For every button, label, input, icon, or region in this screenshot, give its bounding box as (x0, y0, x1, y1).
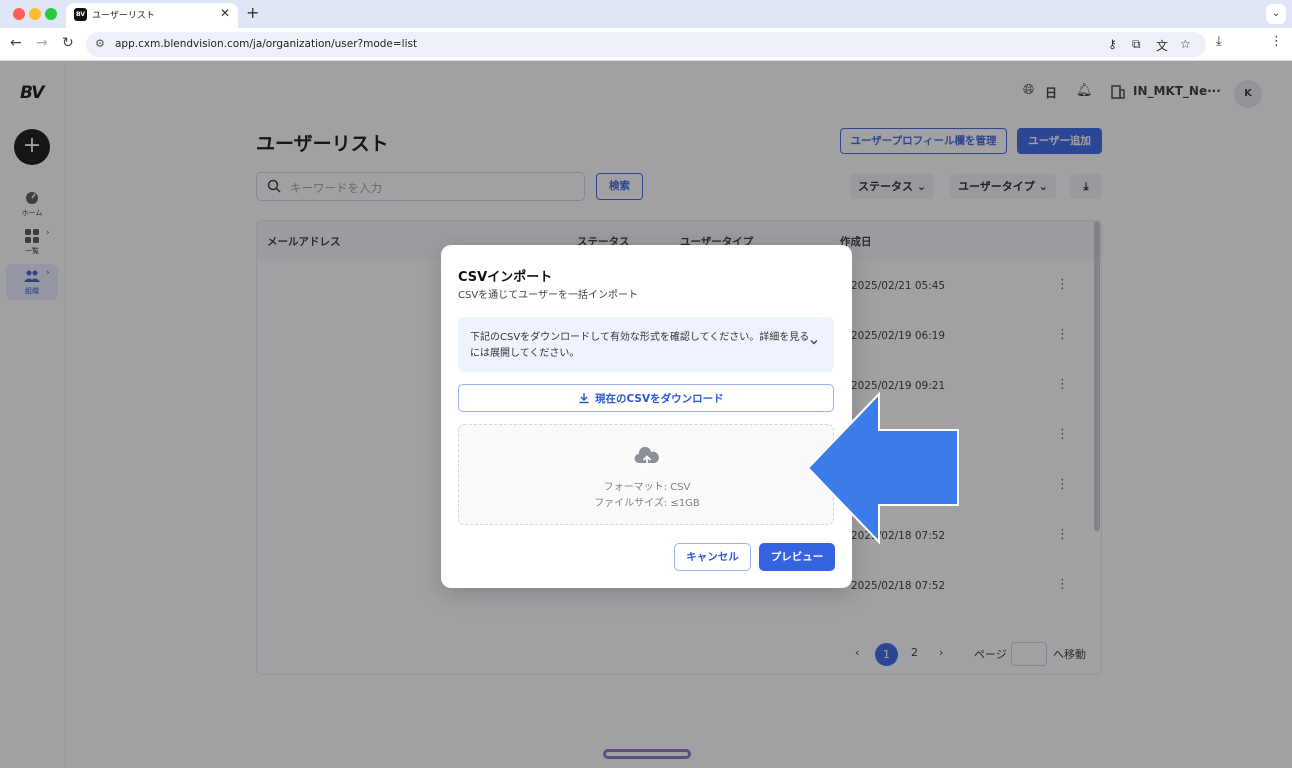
preview-button[interactable]: プレビュー (759, 543, 835, 571)
tab-search-chevron-icon[interactable]: ⌄ (1266, 4, 1286, 24)
reload-icon[interactable]: ↻ (62, 35, 74, 51)
tab-title: ユーザーリスト (92, 11, 155, 21)
info-text: 下記のCSVをダウンロードして有効な形式を確認してください。詳細を見るには展開し… (470, 332, 810, 359)
download-button-label: 現在のCSVをダウンロード (595, 393, 724, 405)
downloads-icon[interactable]: ⤓ (1216, 34, 1222, 49)
close-tab-icon[interactable]: ✕ (220, 6, 230, 20)
address-bar[interactable]: ⚙ app.cxm.blendvision.com/ja/organizatio… (86, 32, 1206, 57)
download-icon (579, 393, 589, 404)
cloud-upload-icon (634, 446, 659, 467)
browser-tab-bar: BV ユーザーリスト ✕ + ⌄ (0, 0, 1292, 28)
modal-subtitle: CSVを通じてユーザーを一括インポート (458, 290, 638, 301)
browser-toolbar: ← → ↻ ⚙ app.cxm.blendvision.com/ja/organ… (0, 28, 1292, 61)
site-settings-icon[interactable]: ⚙ (95, 37, 105, 50)
maximize-window-button[interactable] (45, 8, 57, 20)
install-app-icon[interactable]: ⧉ (1132, 37, 1141, 52)
csv-import-modal: CSVインポート CSVを通じてユーザーを一括インポート 下記のCSVをダウンロ… (441, 245, 852, 588)
minimize-window-button[interactable] (29, 8, 41, 20)
chevron-down-icon[interactable] (808, 336, 820, 348)
size-limit-text: ファイルサイズ: ≤1GB (594, 498, 700, 509)
csv-format-info-accordion[interactable]: 下記のCSVをダウンロードして有効な形式を確認してください。詳細を見るには展開し… (458, 317, 834, 372)
browser-tab[interactable]: BV ユーザーリスト ✕ (66, 3, 238, 28)
bv-favicon-icon: BV (74, 8, 87, 21)
translate-icon[interactable]: 文 (1156, 37, 1168, 54)
key-icon[interactable]: ⚷ (1108, 37, 1117, 51)
forward-arrow-icon[interactable]: → (36, 35, 48, 51)
bookmark-star-icon[interactable]: ☆ (1180, 37, 1191, 51)
cancel-button[interactable]: キャンセル (674, 543, 751, 571)
back-arrow-icon[interactable]: ← (10, 35, 22, 51)
annotation-arrow-left-icon (806, 392, 959, 544)
csv-upload-dropzone[interactable]: フォーマット: CSV ファイルサイズ: ≤1GB (458, 424, 834, 525)
url-text: app.cxm.blendvision.com/ja/organization/… (115, 38, 418, 50)
modal-title: CSVインポート (458, 270, 553, 285)
format-text: フォーマット: CSV (603, 482, 691, 493)
new-tab-icon[interactable]: + (246, 3, 259, 22)
chrome-menu-icon[interactable]: ⋮ (1270, 34, 1283, 49)
download-current-csv-button[interactable]: 現在のCSVをダウンロード (458, 384, 834, 412)
close-window-button[interactable] (13, 8, 25, 20)
